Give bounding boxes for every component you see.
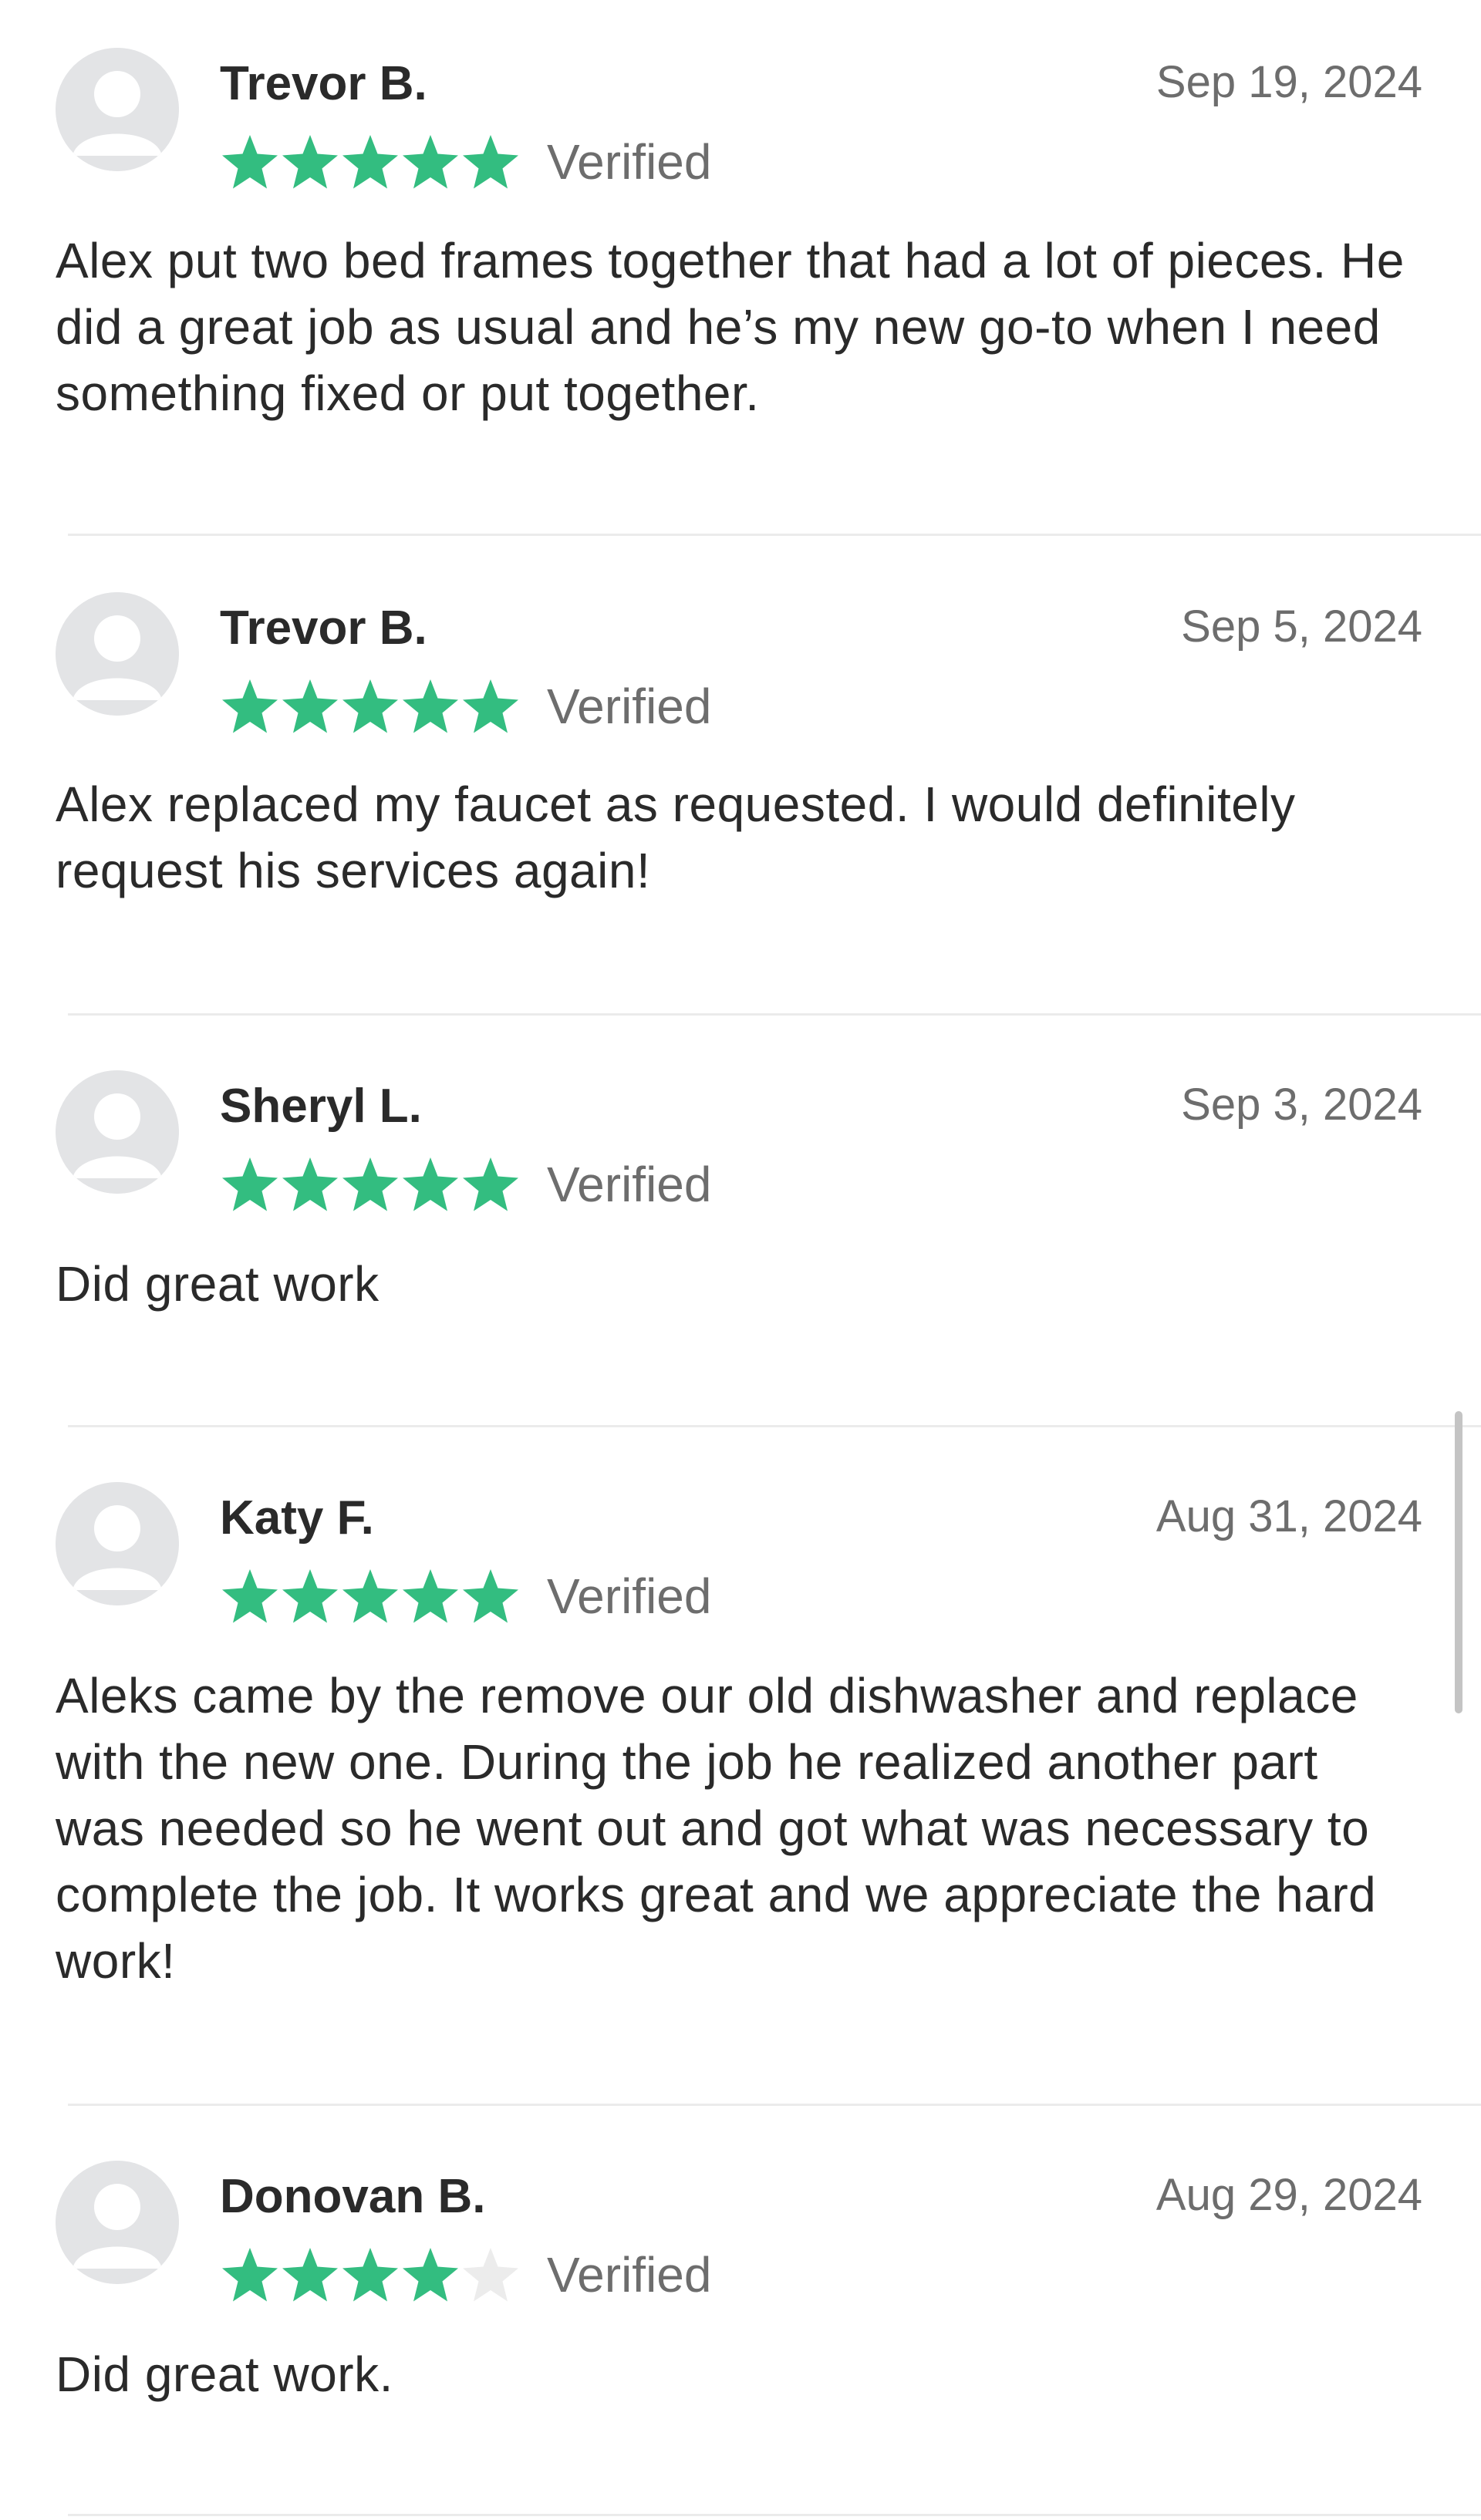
avatar-icon	[56, 48, 179, 171]
avatar-icon	[56, 1070, 179, 1194]
star-filled-icon	[460, 1567, 521, 1626]
star-filled-icon	[400, 2245, 460, 2304]
verified-label: Verified	[547, 1568, 712, 1624]
rating-row: Verified	[220, 131, 711, 193]
reviewer-name: Donovan B.	[220, 2170, 486, 2223]
star-filled-icon	[220, 133, 280, 191]
star-filled-icon	[400, 133, 460, 191]
star-filled-icon	[400, 1155, 460, 1214]
review-date: Aug 29, 2024	[1155, 2170, 1422, 2220]
star-filled-icon	[340, 677, 400, 736]
star-filled-icon	[460, 677, 521, 736]
reviewer-name: Trevor B.	[220, 57, 427, 110]
verified-label: Verified	[547, 679, 712, 734]
reviewer-name: Trevor B.	[220, 601, 427, 655]
star-filled-icon	[220, 1155, 280, 1214]
review-date: Sep 5, 2024	[1181, 601, 1422, 652]
star-filled-icon	[340, 133, 400, 191]
rating-row: Verified	[220, 1154, 711, 1215]
star-filled-icon	[400, 677, 460, 736]
star-rating	[220, 677, 521, 736]
star-empty-icon	[460, 2245, 521, 2304]
review-text: Did great work.	[56, 2346, 393, 2402]
star-filled-icon	[340, 1155, 400, 1214]
star-rating	[220, 133, 521, 191]
avatar-icon	[56, 1482, 179, 1605]
review-text: Aleks came by the remove our old dishwas…	[56, 1668, 1377, 1989]
avatar-icon	[56, 2161, 179, 2284]
review-text: Alex put two bed frames together that ha…	[56, 233, 1405, 421]
reviewer-name: Katy F.	[220, 1491, 374, 1545]
star-rating	[220, 1155, 521, 1214]
rating-row: Verified	[220, 2244, 711, 2306]
star-filled-icon	[220, 2245, 280, 2304]
review-divider	[68, 1013, 1481, 1016]
star-filled-icon	[280, 2245, 340, 2304]
star-filled-icon	[340, 1567, 400, 1626]
avatar-icon	[56, 592, 179, 716]
rating-row: Verified	[220, 675, 711, 737]
star-filled-icon	[460, 133, 521, 191]
star-filled-icon	[280, 133, 340, 191]
review-text: Alex replaced my faucet as requested. I …	[56, 777, 1296, 898]
reviews-page: Trevor B. Sep 19, 2024 Verified Alex put…	[0, 0, 1481, 2520]
review-divider	[68, 2104, 1481, 2106]
star-filled-icon	[280, 1155, 340, 1214]
star-filled-icon	[220, 1567, 280, 1626]
review-date: Aug 31, 2024	[1155, 1491, 1422, 1541]
review-divider	[68, 2514, 1481, 2516]
review-date: Sep 19, 2024	[1155, 57, 1422, 107]
review-date: Sep 3, 2024	[1181, 1080, 1422, 1130]
star-filled-icon	[340, 2245, 400, 2304]
scrollbar-thumb[interactable]	[1455, 1411, 1462, 1713]
star-filled-icon	[220, 677, 280, 736]
star-rating	[220, 2245, 521, 2304]
verified-label: Verified	[547, 2247, 712, 2303]
star-filled-icon	[280, 677, 340, 736]
star-rating	[220, 1567, 521, 1626]
star-filled-icon	[460, 1155, 521, 1214]
star-filled-icon	[280, 1567, 340, 1626]
review-divider	[68, 534, 1481, 536]
review-text: Did great work	[56, 1256, 380, 1312]
verified-label: Verified	[547, 134, 712, 190]
rating-row: Verified	[220, 1565, 711, 1627]
verified-label: Verified	[547, 1157, 712, 1212]
reviewer-name: Sheryl L.	[220, 1080, 422, 1133]
star-filled-icon	[400, 1567, 460, 1626]
review-divider	[68, 1425, 1481, 1427]
